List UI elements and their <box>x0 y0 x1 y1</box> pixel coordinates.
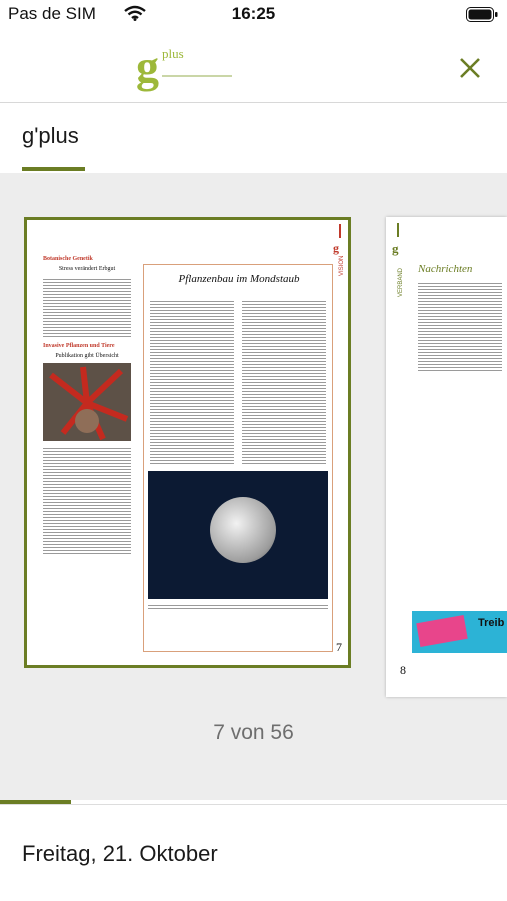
article-subheading: Stress verändert Erbgut <box>58 266 116 272</box>
close-icon <box>460 58 480 78</box>
news-heading: Nachrichten <box>418 263 473 275</box>
nav-bar: g plus <box>0 30 507 103</box>
tab-gplus[interactable]: g'plus <box>22 123 79 149</box>
article-text-2 <box>43 446 131 556</box>
svg-text:g: g <box>136 41 159 92</box>
page-viewer[interactable]: g VISION Botanische Genetik Stress verän… <box>0 173 507 800</box>
moon-image <box>210 497 276 563</box>
ad-graphic <box>416 615 468 647</box>
gplus-logo: g plus <box>136 41 232 92</box>
ad-text: Treib <box>478 617 505 629</box>
article-title: Pflanzenbau im Mondstaub <box>178 273 300 285</box>
svg-text:g: g <box>333 241 339 255</box>
issue-date: Freitag, 21. Oktober <box>22 841 218 866</box>
clock: 16:25 <box>231 4 276 23</box>
news-text <box>418 281 502 371</box>
page-number: 7 <box>336 640 342 654</box>
svg-text:g: g <box>392 241 399 256</box>
publication-tabs: g'plus <box>0 103 507 173</box>
feature-text-left <box>150 299 234 465</box>
close-button[interactable] <box>452 50 488 86</box>
feature-article: Pflanzenbau im Mondstaub <box>143 264 333 652</box>
left-column: Botanische Genetik Stress verändert Erbg… <box>43 256 131 556</box>
page-number-next: 8 <box>400 663 406 677</box>
section-label-next: VERBAND <box>398 267 404 297</box>
ad-banner: Treib <box>412 611 507 653</box>
red-plant-photo <box>43 363 131 441</box>
section-label: VISION <box>339 256 345 276</box>
magazine-page-current[interactable]: g VISION Botanische Genetik Stress verän… <box>24 217 351 668</box>
section-tag: g VISION <box>333 224 345 276</box>
svg-text:plus: plus <box>162 46 184 61</box>
photo-caption <box>148 603 328 611</box>
tab-indicator <box>22 167 85 171</box>
magazine-page-next[interactable]: g VERBAND Nachrichten Treib 8 <box>386 217 507 697</box>
article-subheading-2: Publikation gibt Übersicht <box>55 353 119 359</box>
status-bar: Pas de SIM 16:25 <box>0 0 507 30</box>
article-text <box>43 277 131 337</box>
article-heading: Botanische Genetik <box>43 256 93 262</box>
article-heading-2: Invasive Pflanzen und Tiere <box>43 343 115 349</box>
section-tag-next: g VERBAND <box>392 223 404 297</box>
battery-icon <box>466 7 498 22</box>
page-counter: 7 von 56 <box>213 721 294 744</box>
moon-photo <box>148 471 328 599</box>
issue-footer: Freitag, 21. Oktober <box>0 804 507 901</box>
feature-text-right <box>242 299 326 465</box>
